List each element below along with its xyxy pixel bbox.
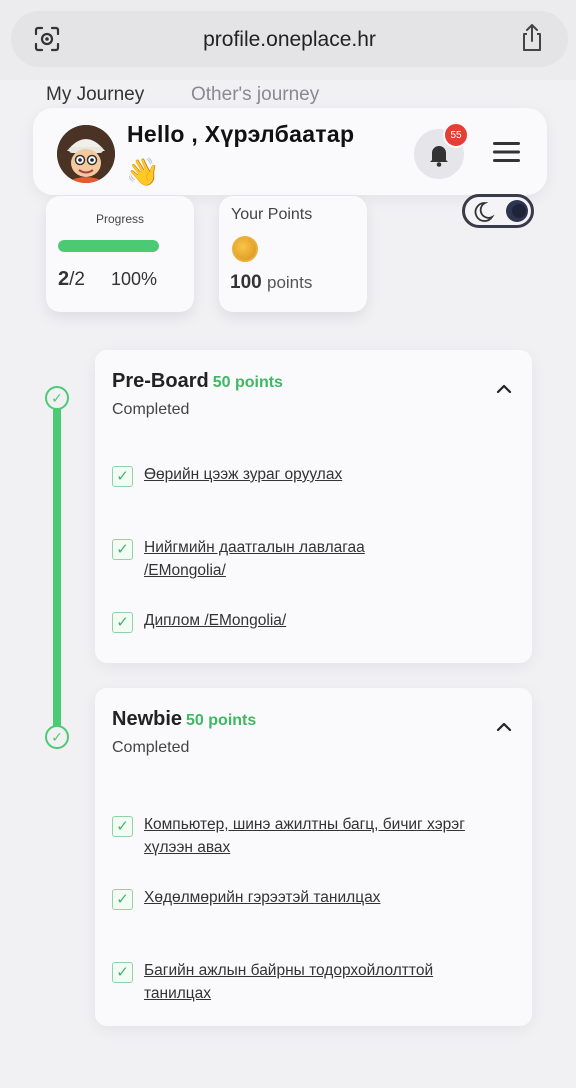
progress-percent: 100% (111, 269, 158, 289)
section-status: Completed (112, 739, 190, 756)
greeting-text: Hello , Хүрэлбаатар (127, 121, 355, 147)
task-link[interactable]: Хөдөлмөрийн гэрээтэй танилцах (144, 886, 380, 909)
address-bar[interactable]: profile.oneplace.hr (11, 11, 568, 67)
browser-top-bar: profile.oneplace.hr (0, 0, 576, 80)
notification-badge: 55 (443, 122, 469, 148)
progress-card: Progress 2/2 100% (46, 196, 194, 312)
points-label: Your Points (231, 206, 313, 223)
task-link[interactable]: Нийгмийн даатгалын лавлагаа /EMongolia/ (144, 536, 424, 582)
timeline-line (53, 396, 61, 738)
check-icon[interactable]: ✓ (112, 962, 133, 983)
menu-icon[interactable] (493, 142, 520, 162)
check-icon[interactable]: ✓ (112, 612, 133, 633)
task-link[interactable]: Багийн ажлын байрны тодорхойлолттой тани… (144, 959, 494, 1005)
check-icon[interactable]: ✓ (112, 889, 133, 910)
share-icon[interactable] (518, 23, 546, 53)
moon-icon (474, 200, 528, 222)
points-card: Your Points 100 points (219, 196, 367, 312)
url-text[interactable]: profile.oneplace.hr (11, 28, 568, 52)
task-link[interactable]: Диплом /EMongolia/ (144, 609, 286, 632)
section-status: Completed (112, 401, 190, 418)
check-icon[interactable]: ✓ (112, 816, 133, 837)
timeline-check-icon: ✓ (45, 386, 69, 410)
task-link[interactable]: Компьютер, шинэ ажилтны багц, бичиг хэрэ… (144, 813, 484, 859)
progress-bar (58, 240, 159, 252)
progress-count: 2/2 (58, 268, 85, 290)
section-newbie: Newbie 50 points Completed ✓ Компьютер, ш… (95, 688, 532, 1026)
progress-label: Progress (95, 212, 145, 226)
progress-bar-fill (58, 240, 159, 252)
tab-others-journey[interactable]: Other's journey (191, 84, 319, 106)
section-title: Pre-Board 50 points (112, 370, 283, 392)
avatar[interactable] (57, 125, 115, 183)
chevron-up-icon[interactable] (496, 384, 512, 394)
section-title: Newbie 50 points (112, 708, 257, 730)
tab-my-journey[interactable]: My Journey (46, 84, 144, 106)
greeting-card: Hello , Хүрэлбаатар 👋 55 (33, 108, 547, 195)
check-icon[interactable]: ✓ (112, 466, 133, 487)
section-pre-board: Pre-Board 50 points Completed ✓ Өөрийн цэ… (95, 350, 532, 663)
section-points: 50 points (186, 712, 257, 729)
check-icon[interactable]: ✓ (112, 539, 133, 560)
section-points: 50 points (212, 374, 283, 391)
coin-icon (232, 236, 258, 262)
points-value: 100 points (230, 272, 313, 293)
wave-emoji: 👋 (126, 157, 160, 187)
theme-toggle[interactable] (462, 194, 534, 228)
timeline-check-icon: ✓ (45, 725, 69, 749)
chevron-up-icon[interactable] (496, 722, 512, 732)
task-link[interactable]: Өөрийн цээж зураг оруулах (144, 463, 342, 486)
